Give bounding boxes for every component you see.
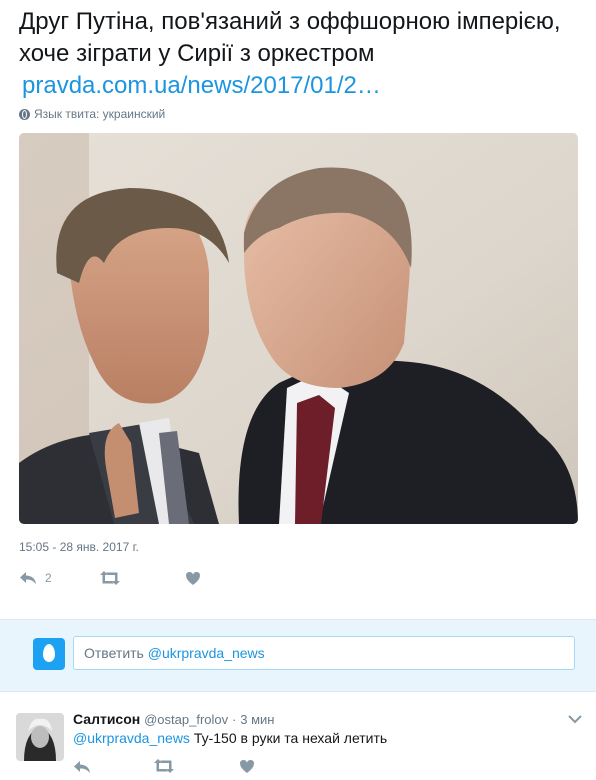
globe-icon [19, 108, 30, 120]
tweet-body: Друг Путіна, пов'язаний з оффшорною імпе… [19, 8, 561, 67]
reply-avatar[interactable] [16, 713, 64, 761]
reply-text-body: Ту-150 в руки та нехай летить [193, 730, 388, 746]
tweet-photo[interactable] [19, 133, 578, 524]
reply-prompt: Ответить [84, 645, 144, 661]
reply-tweet[interactable]: Салтисон @ostap_frolov · 3 мин @ukrpravd… [0, 699, 596, 773]
reply-button[interactable]: 2 [19, 570, 99, 586]
like-icon [186, 571, 200, 585]
reply-count: 2 [45, 571, 52, 585]
tweet-actions: 2 [19, 570, 201, 586]
user-avatar[interactable] [33, 638, 65, 670]
tweet-link[interactable]: pravda.com.ua/news/2017/01/2… [19, 70, 589, 102]
tweet-language: Язык твита: украинский [19, 107, 165, 121]
reply-text: @ukrpravda_news Ту-150 в руки та нехай л… [73, 730, 387, 746]
language-label: Язык твита: украинский [34, 107, 166, 121]
reply-mention: @ukrpravda_news [147, 645, 265, 661]
like-button[interactable] [185, 571, 201, 586]
photo-image [19, 133, 578, 524]
reply-icon [20, 572, 36, 584]
reply-author-handle[interactable]: @ostap_frolov [144, 712, 228, 727]
reply-text-mention[interactable]: @ukrpravda_news [73, 730, 190, 746]
reply-reply-icon[interactable] [73, 759, 153, 780]
tweet-text: Друг Путіна, пов'язаний з оффшорною імпе… [19, 6, 589, 102]
retweet-button[interactable] [99, 571, 185, 585]
retweet-icon [100, 571, 120, 585]
reply-header: Салтисон @ostap_frolov · 3 мин [73, 711, 275, 727]
reply-actions [73, 759, 255, 780]
reply-retweet-icon[interactable] [153, 759, 239, 780]
avatar-image [16, 713, 64, 761]
tweet-timestamp[interactable]: 15:05 - 28 янв. 2017 г. [19, 540, 139, 554]
reply-author-name[interactable]: Салтисон [73, 711, 140, 727]
chevron-down-icon[interactable] [568, 711, 582, 729]
reply-input[interactable]: Ответить @ukrpravda_news [73, 636, 575, 670]
reply-compose-box: Ответить @ukrpravda_news [0, 619, 596, 692]
reply-time[interactable]: 3 мин [240, 712, 274, 727]
reply-separator: · [232, 712, 237, 727]
reply-like-icon[interactable] [239, 759, 255, 780]
